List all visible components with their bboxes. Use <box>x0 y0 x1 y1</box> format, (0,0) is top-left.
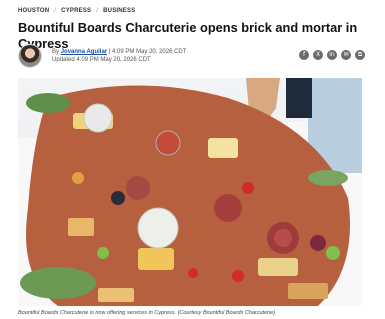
linkedin-icon[interactable]: in <box>327 50 337 60</box>
photo-caption: Bountiful Boards Charcuterie is now offe… <box>18 310 276 316</box>
byline-row: By Jovanna Aguilar | 4:09 PM May 20, 202… <box>18 44 365 70</box>
byline-prefix: By <box>52 49 60 55</box>
breadcrumb-separator: / <box>96 8 99 14</box>
copy-link-icon[interactable]: ⧉ <box>355 50 365 60</box>
published-time: | 4:09 PM May 20, 2026 CDT <box>108 49 187 55</box>
breadcrumb-cypress[interactable]: CYPRESS <box>61 8 91 14</box>
breadcrumb-houston[interactable]: HOUSTON <box>18 8 49 14</box>
author-avatar[interactable] <box>18 44 42 68</box>
updated-time: Updated 4:09 PM May 20, 2026 CDT <box>52 57 151 63</box>
byline: By Jovanna Aguilar | 4:09 PM May 20, 202… <box>52 48 186 64</box>
x-icon[interactable]: X <box>313 50 323 60</box>
breadcrumb-business[interactable]: BUSINESS <box>103 8 135 14</box>
charcuterie-board-photo <box>18 78 362 306</box>
facebook-icon[interactable]: f <box>299 50 309 60</box>
author-link[interactable]: Jovanna Aguilar <box>61 49 107 55</box>
breadcrumb: HOUSTON / CYPRESS / BUSINESS <box>18 6 135 16</box>
share-bar: f X in ✉ ⧉ <box>299 50 365 60</box>
article-photo <box>18 78 362 306</box>
breadcrumb-separator: / <box>54 8 57 14</box>
email-icon[interactable]: ✉ <box>341 50 351 60</box>
